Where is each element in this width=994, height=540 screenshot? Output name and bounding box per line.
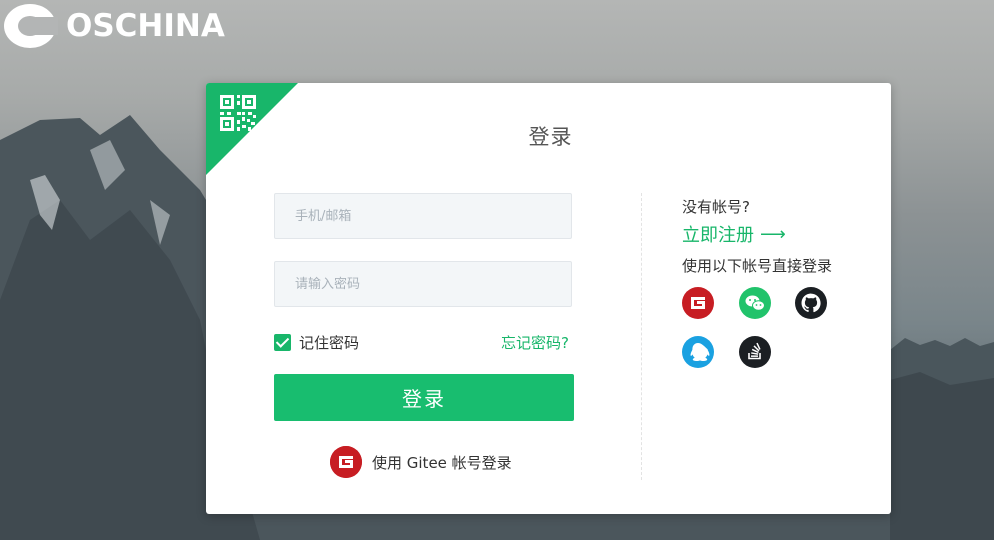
forgot-password-link[interactable]: 忘记密码? <box>501 332 569 353</box>
wechat-icon[interactable] <box>739 287 771 319</box>
other-accounts-text: 使用以下帐号直接登录 <box>682 257 833 275</box>
page-title: 登录 <box>528 125 573 149</box>
qq-icon[interactable] <box>682 336 714 368</box>
gitee-login-link[interactable]: 使用 Gitee 帐号登录 <box>330 446 512 478</box>
vertical-divider <box>641 193 642 480</box>
remember-checkbox[interactable] <box>274 334 291 351</box>
oschina-logo[interactable]: OSCHINA <box>4 4 225 48</box>
oschina-logo-icon <box>4 4 58 48</box>
login-card: 登录 记住密码 忘记密码? 登录 使用 Gitee 帐号登录 没有帐号? 立即注… <box>206 83 891 514</box>
phone-email-input[interactable] <box>274 193 572 239</box>
remember-password[interactable]: 记住密码 <box>274 332 359 353</box>
arrow-right-icon: ⟶ <box>760 223 786 245</box>
password-input[interactable] <box>274 261 572 307</box>
gitee-social-icon[interactable] <box>682 287 714 319</box>
gitee-login-label: 使用 Gitee 帐号登录 <box>372 453 512 472</box>
gitee-icon <box>330 446 362 478</box>
stackoverflow-icon[interactable] <box>739 336 771 368</box>
register-link[interactable]: 立即注册 ⟶ <box>682 221 786 247</box>
register-label: 立即注册 <box>682 225 754 246</box>
remember-label: 记住密码 <box>299 334 360 352</box>
oschina-logo-text: OSCHINA <box>66 8 225 44</box>
login-button[interactable]: 登录 <box>274 374 574 421</box>
github-icon[interactable] <box>795 287 827 319</box>
no-account-text: 没有帐号? <box>682 198 750 216</box>
